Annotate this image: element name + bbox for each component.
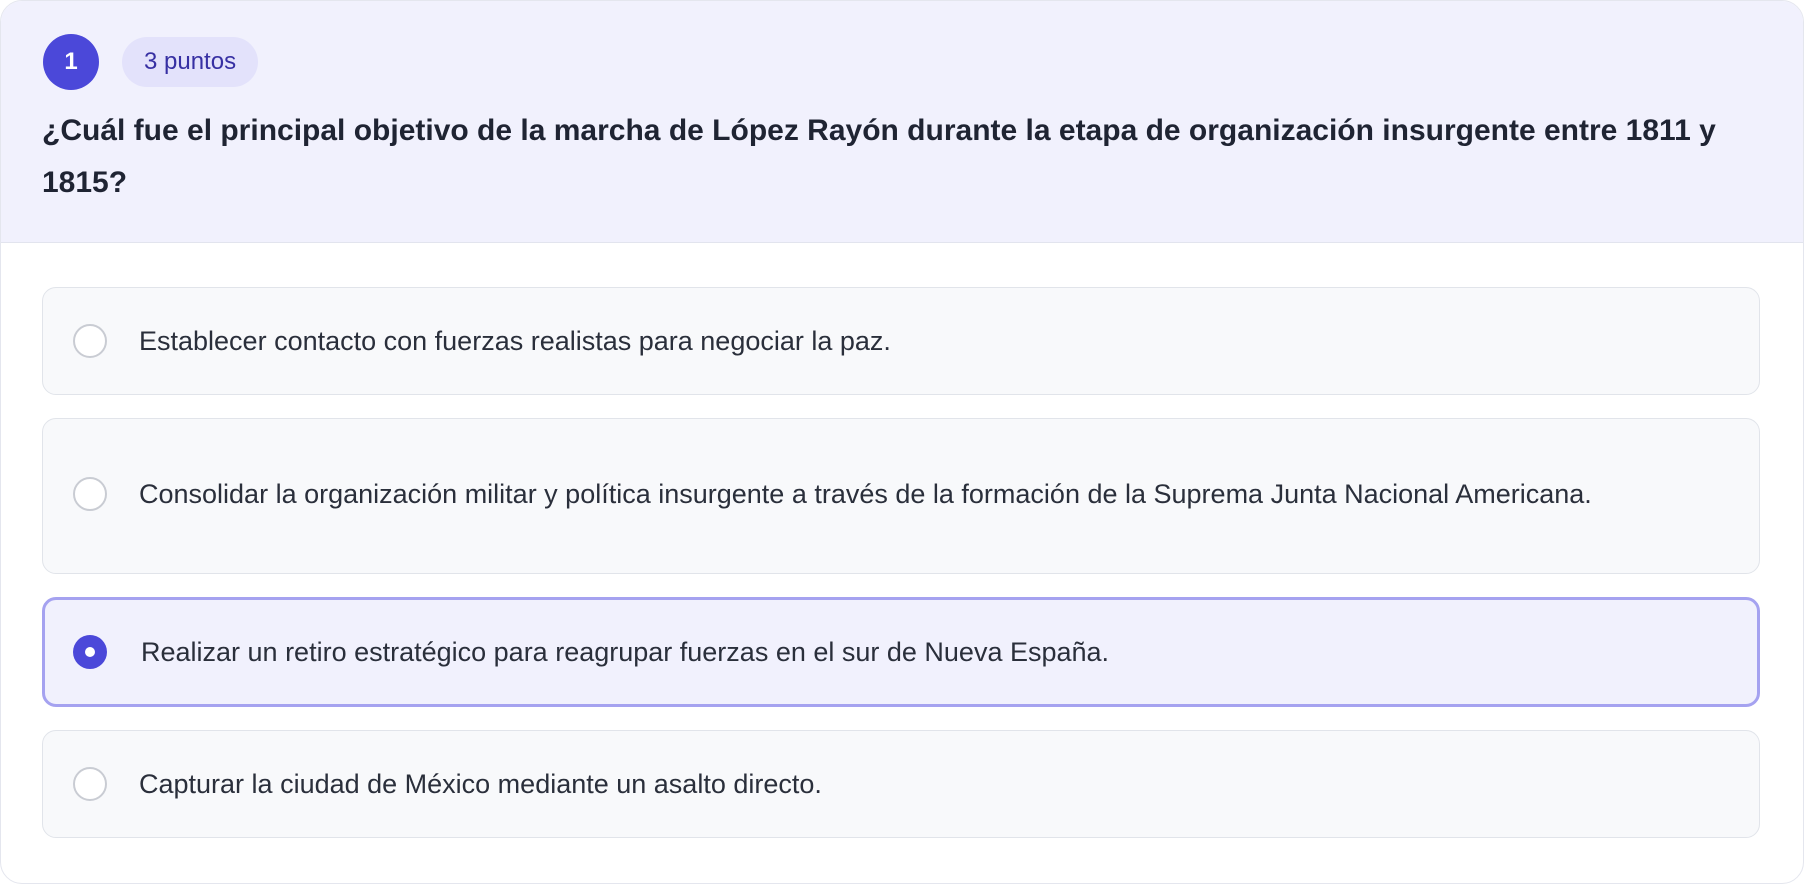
answer-option-label: Capturar la ciudad de México mediante un… bbox=[139, 769, 822, 799]
answer-option-4[interactable]: Capturar la ciudad de México mediante un… bbox=[42, 730, 1760, 838]
question-text: ¿Cuál fue el principal objetivo de la ma… bbox=[42, 114, 1716, 199]
answer-option-2[interactable]: Consolidar la organización militar y pol… bbox=[42, 418, 1760, 574]
radio-checked-icon[interactable] bbox=[73, 635, 107, 669]
question-header: 1 3 puntos ¿Cuál fue el principal objeti… bbox=[1, 1, 1803, 243]
radio-unchecked-icon[interactable] bbox=[73, 477, 107, 511]
question-card: 1 3 puntos ¿Cuál fue el principal objeti… bbox=[0, 0, 1804, 884]
answer-options: Establecer contacto con fuerzas realista… bbox=[42, 287, 1760, 861]
radio-unchecked-icon[interactable] bbox=[73, 324, 107, 358]
answer-option-label: Realizar un retiro estratégico para reag… bbox=[141, 637, 1110, 667]
answer-option-label: Consolidar la organización militar y pol… bbox=[139, 479, 1592, 509]
answer-option-3[interactable]: Realizar un retiro estratégico para reag… bbox=[42, 597, 1760, 707]
radio-unchecked-icon[interactable] bbox=[73, 767, 107, 801]
points-badge: 3 puntos bbox=[122, 37, 259, 87]
answer-option-label: Establecer contacto con fuerzas realista… bbox=[139, 326, 891, 356]
answer-option-1[interactable]: Establecer contacto con fuerzas realista… bbox=[42, 287, 1760, 395]
question-number-badge: 1 bbox=[43, 34, 99, 90]
